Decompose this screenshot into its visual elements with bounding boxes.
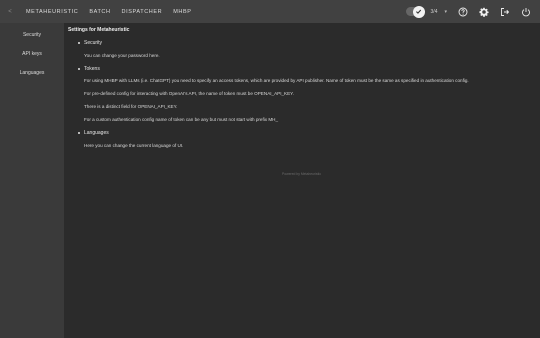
tokens-text-1: For using MHBP with LLMs (i.e. ChatGPT) …: [84, 78, 469, 83]
gear-icon[interactable]: [478, 6, 490, 18]
section-heading-security: Security: [77, 40, 103, 46]
nav-mhbp[interactable]: MHBP: [173, 9, 191, 15]
footer-credit: Powered by Metaheuristic: [282, 172, 322, 176]
theme-toggle[interactable]: [405, 5, 425, 18]
sidebar-item-languages[interactable]: Languages: [0, 70, 64, 76]
toolbar-right: 3/4 ▾: [405, 0, 540, 23]
nav-metaheuristic[interactable]: METAHEURISTIC: [26, 9, 78, 15]
section-heading-tokens: Tokens: [78, 66, 100, 72]
main-nav: METAHEURISTIC BATCH DISPATCHER MHBP: [26, 9, 202, 15]
sidebar-item-security[interactable]: Security: [0, 32, 64, 38]
back-arrow-icon[interactable]: <: [0, 9, 20, 15]
power-icon[interactable]: [520, 6, 532, 18]
tokens-text-2: For pre-defined config for interacting w…: [84, 91, 294, 96]
zoom-level[interactable]: 3/4: [431, 9, 438, 15]
chevron-down-icon[interactable]: ▾: [444, 9, 447, 15]
nav-dispatcher[interactable]: DISPATCHER: [122, 9, 163, 15]
sidebar: Security API keys Languages: [0, 23, 64, 338]
languages-text: Here you can change the current language…: [84, 143, 184, 148]
check-icon: [412, 5, 425, 18]
help-icon[interactable]: [457, 6, 469, 18]
security-text: You can change your password here.: [84, 53, 160, 58]
tokens-text-3: There is a distinct field for OPENAI_API…: [84, 104, 178, 109]
page-title: Settings for Metaheuristic: [68, 27, 130, 33]
sidebar-item-api-keys[interactable]: API keys: [0, 51, 64, 57]
logout-icon[interactable]: [499, 6, 511, 18]
nav-batch[interactable]: BATCH: [89, 9, 110, 15]
top-bar: < METAHEURISTIC BATCH DISPATCHER MHBP 3/…: [0, 0, 540, 23]
tokens-text-4: For a custom authentication config name …: [84, 117, 279, 122]
section-heading-languages: Languages: [78, 130, 109, 136]
settings-content: Settings for Metaheuristic Security You …: [64, 23, 540, 338]
